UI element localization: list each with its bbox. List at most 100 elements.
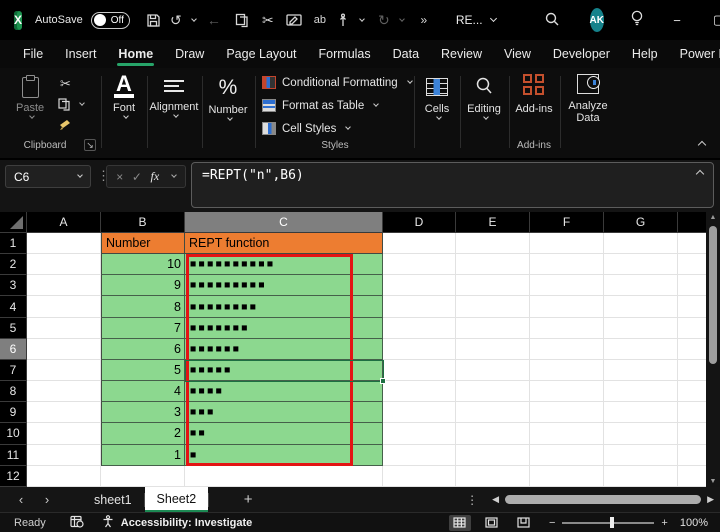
cell[interactable] — [604, 318, 678, 339]
cell-c12[interactable] — [185, 466, 383, 487]
cell[interactable] — [383, 381, 456, 402]
search-icon[interactable] — [544, 11, 560, 30]
cell[interactable] — [604, 466, 678, 487]
alignment-menu-button[interactable]: Alignment — [146, 74, 202, 117]
cell[interactable] — [456, 296, 530, 317]
name-box[interactable]: C6 — [5, 165, 91, 188]
lightbulb-icon[interactable] — [630, 10, 644, 30]
column-header-a[interactable]: A — [27, 212, 101, 233]
touch-mode-dropdown-icon[interactable] — [359, 16, 365, 22]
tab-file[interactable]: File — [12, 40, 54, 68]
cell[interactable] — [383, 339, 456, 360]
tab-overflow-icon[interactable]: ⋮ — [466, 493, 478, 507]
cancel-icon[interactable]: × — [116, 170, 123, 184]
tab-power-pivot[interactable]: Power Pivot — [669, 40, 720, 68]
prev-sheet-icon[interactable]: ‹ — [8, 492, 34, 507]
cell-a7[interactable] — [27, 360, 101, 381]
paste-button[interactable]: Paste — [16, 74, 44, 118]
formula-input[interactable]: =REPT("n",B6) — [191, 162, 714, 208]
cell[interactable] — [604, 381, 678, 402]
cell[interactable] — [383, 233, 456, 254]
collapse-formula-bar-icon[interactable] — [696, 170, 704, 178]
horizontal-scrollbar[interactable]: ◀ ▶ — [492, 494, 714, 505]
cell-b1[interactable]: Number — [101, 233, 185, 254]
cell[interactable] — [678, 381, 706, 402]
row-header-7[interactable]: 7 — [0, 360, 27, 381]
cell[interactable] — [383, 254, 456, 275]
page-layout-view-icon[interactable] — [481, 515, 503, 531]
cell[interactable] — [456, 402, 530, 423]
maximize-icon[interactable]: ▢ — [698, 5, 720, 35]
cell[interactable] — [383, 296, 456, 317]
next-sheet-icon[interactable]: › — [34, 492, 60, 507]
cell-a2[interactable] — [27, 254, 101, 275]
cell-b8[interactable]: 4 — [101, 381, 185, 402]
cell-b6[interactable]: 6 — [101, 339, 185, 360]
cell[interactable] — [530, 233, 604, 254]
cell[interactable] — [678, 318, 706, 339]
minimize-icon[interactable]: − — [656, 5, 698, 35]
row-header-4[interactable]: 4 — [0, 296, 27, 317]
fill-handle[interactable] — [380, 378, 386, 384]
ink-pen-icon[interactable] — [284, 9, 304, 31]
cell-a11[interactable] — [27, 445, 101, 466]
cell-c10[interactable]: ■■ — [185, 423, 383, 444]
cell-a5[interactable] — [27, 318, 101, 339]
tab-help[interactable]: Help — [621, 40, 669, 68]
tab-home[interactable]: Home — [107, 40, 164, 68]
cell-b10[interactable]: 2 — [101, 423, 185, 444]
cell[interactable] — [383, 423, 456, 444]
column-header-b[interactable]: B — [101, 212, 185, 233]
cell-a10[interactable] — [27, 423, 101, 444]
cell[interactable] — [456, 275, 530, 296]
cell-a3[interactable] — [27, 275, 101, 296]
cell[interactable] — [530, 254, 604, 275]
cell-b12[interactable] — [101, 466, 185, 487]
tab-developer[interactable]: Developer — [542, 40, 621, 68]
cell[interactable] — [530, 275, 604, 296]
cell[interactable] — [604, 445, 678, 466]
cell[interactable] — [604, 254, 678, 275]
avatar[interactable]: AK — [590, 8, 604, 32]
cell-c9[interactable]: ■■■ — [185, 402, 383, 423]
cells-menu-button[interactable]: Cells — [416, 74, 458, 119]
format-painter-icon[interactable] — [58, 118, 72, 131]
cell[interactable] — [456, 318, 530, 339]
tab-review[interactable]: Review — [430, 40, 493, 68]
cell-styles-button[interactable]: Cell Styles — [262, 122, 350, 135]
zoom-out-icon[interactable]: − — [549, 517, 555, 529]
cell[interactable] — [456, 466, 530, 487]
collapse-ribbon-icon[interactable] — [698, 141, 706, 149]
cell[interactable] — [383, 318, 456, 339]
tab-insert[interactable]: Insert — [54, 40, 107, 68]
cell[interactable] — [678, 466, 706, 487]
vertical-scroll-thumb[interactable] — [709, 226, 717, 364]
clipboard-dialog-launcher-icon[interactable]: ↘ — [84, 139, 96, 151]
row-header-5[interactable]: 5 — [0, 318, 27, 339]
cell-b5[interactable]: 7 — [101, 318, 185, 339]
cell[interactable] — [456, 381, 530, 402]
cell[interactable] — [456, 339, 530, 360]
enter-icon[interactable]: ✓ — [132, 170, 142, 184]
cell[interactable] — [604, 275, 678, 296]
cell[interactable] — [456, 254, 530, 275]
accessibility-icon[interactable] — [102, 515, 114, 531]
autosave-toggle[interactable]: Off — [91, 12, 130, 29]
row-header-11[interactable]: 11 — [0, 445, 27, 466]
cell[interactable] — [383, 445, 456, 466]
undo-icon[interactable]: ↺ — [166, 9, 186, 31]
scroll-down-icon[interactable]: ▼ — [706, 478, 720, 485]
row-header-8[interactable]: 8 — [0, 381, 27, 402]
addins-button[interactable]: Add-ins — [511, 74, 557, 115]
zoom-in-icon[interactable]: + — [661, 517, 667, 529]
row-header-6[interactable]: 6 — [0, 339, 27, 360]
tab-page-layout[interactable]: Page Layout — [215, 40, 307, 68]
cell-c3[interactable]: ■■■■■■■■■ — [185, 275, 383, 296]
column-header-d[interactable]: D — [383, 212, 456, 233]
cell[interactable] — [604, 339, 678, 360]
zoom-slider-thumb[interactable] — [610, 517, 614, 528]
cell-c7[interactable]: ■■■■■ — [185, 360, 383, 381]
cell-c11[interactable]: ■ — [185, 445, 383, 466]
cell-a6[interactable] — [27, 339, 101, 360]
tab-formulas[interactable]: Formulas — [308, 40, 382, 68]
